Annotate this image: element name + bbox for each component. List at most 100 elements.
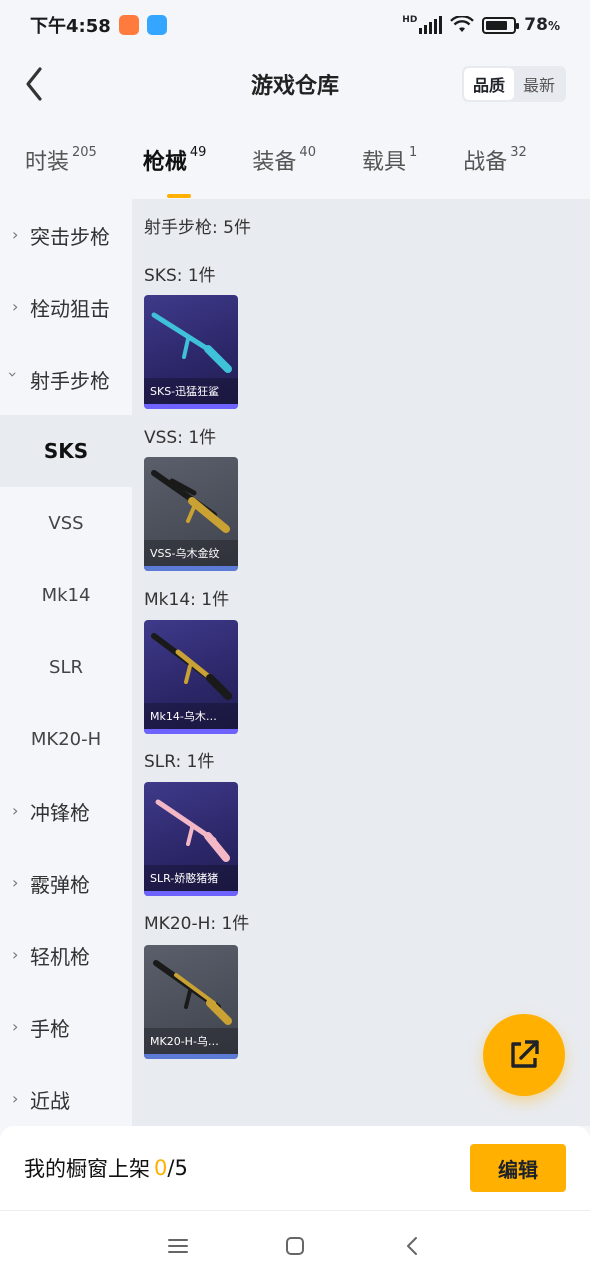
sidebar-item-label: VSS bbox=[48, 512, 84, 534]
sidebar-item-lmg[interactable]: › 轻机枪 bbox=[0, 919, 132, 991]
chevron-down-icon: › bbox=[3, 371, 23, 378]
share-external-icon bbox=[511, 1040, 539, 1068]
rarity-bar bbox=[144, 404, 238, 409]
tab-label: 载具 bbox=[361, 150, 406, 175]
sidebar-subitem-sks[interactable]: SKS bbox=[0, 415, 132, 487]
sort-newest-button[interactable]: 最新 bbox=[514, 68, 564, 100]
item-card-sks[interactable]: SKS-迅猛狂鲨 bbox=[144, 295, 238, 409]
sort-quality-button[interactable]: 品质 bbox=[464, 68, 514, 100]
tab-count: 32 bbox=[510, 145, 527, 160]
tab-label: 战备 bbox=[463, 150, 508, 175]
sidebar-item-label: SLR bbox=[49, 656, 83, 678]
group-label: MK20-H: 1件 bbox=[144, 914, 250, 934]
notification-app-icon bbox=[118, 15, 139, 35]
sidebar-item-bolt-sniper[interactable]: › 栓动狙击 bbox=[0, 271, 132, 343]
active-tab-indicator bbox=[166, 194, 191, 198]
chevron-right-icon: › bbox=[12, 1017, 19, 1036]
section-heading: 射手步枪: 5件 bbox=[144, 218, 251, 238]
signal-icon bbox=[419, 16, 443, 34]
sidebar-subitem-vss[interactable]: VSS bbox=[0, 487, 132, 559]
rarity-bar bbox=[144, 1054, 238, 1059]
sidebar-item-melee[interactable]: › 近战 bbox=[0, 1063, 132, 1135]
sidebar-item-label: 霰弹枪 bbox=[30, 872, 90, 897]
notification-app-icon-2 bbox=[146, 15, 167, 35]
item-card-vss[interactable]: VSS-乌木金纹 bbox=[144, 457, 238, 571]
weapon-type-sidebar: › 突击步枪 › 栓动狙击 › 射手步枪 SKS VSS Mk14 SLR MK… bbox=[0, 199, 132, 1126]
showcase-separator: / bbox=[167, 1156, 175, 1180]
battery-icon bbox=[482, 16, 520, 34]
item-card-mk20h[interactable]: MK20-H-乌… bbox=[144, 945, 238, 1059]
sidebar-item-label: SKS bbox=[43, 439, 89, 463]
item-card-mk14[interactable]: Mk14-乌木… bbox=[144, 620, 238, 734]
tab-count: 1 bbox=[408, 145, 418, 160]
rarity-bar bbox=[144, 729, 238, 734]
tab-label: 装备 bbox=[252, 150, 297, 175]
group-label: SKS: 1件 bbox=[144, 266, 216, 286]
chevron-right-icon: › bbox=[12, 225, 19, 244]
menu-button[interactable] bbox=[158, 1226, 198, 1266]
battery-level: 78% bbox=[524, 15, 560, 35]
showcase-label: 我的橱窗上架 bbox=[24, 1157, 150, 1181]
tab-label: 时装 bbox=[25, 150, 70, 175]
rifle-icon bbox=[151, 312, 232, 373]
rifle-icon bbox=[155, 799, 230, 862]
wifi-icon bbox=[450, 16, 475, 32]
chevron-right-icon: › bbox=[12, 1089, 19, 1108]
item-name: SKS-迅猛狂鲨 bbox=[144, 378, 238, 404]
menu-icon bbox=[168, 1238, 189, 1253]
status-bar: 下午4:58 HD 78% bbox=[0, 0, 590, 50]
chevron-right-icon: › bbox=[12, 873, 19, 892]
item-name: SLR-娇憨猪猪 bbox=[144, 865, 238, 891]
showcase-total-count: 5 bbox=[174, 1156, 188, 1180]
item-card-slr[interactable]: SLR-娇憨猪猪 bbox=[144, 782, 238, 896]
rarity-bar bbox=[144, 566, 238, 571]
sidebar-item-label: 栓动狙击 bbox=[30, 296, 110, 321]
chevron-right-icon: › bbox=[12, 801, 19, 820]
rifle-icon bbox=[151, 470, 230, 533]
tab-label: 枪械 bbox=[142, 150, 187, 175]
rarity-bar bbox=[144, 891, 238, 896]
sidebar-item-label: 冲锋枪 bbox=[30, 800, 90, 825]
item-name: MK20-H-乌… bbox=[144, 1028, 238, 1054]
showcase-current-count: 0 bbox=[154, 1156, 168, 1180]
tab-count: 49 bbox=[189, 145, 207, 160]
sidebar-item-label: 射手步枪 bbox=[30, 368, 110, 393]
sidebar-item-label: 轻机枪 bbox=[30, 944, 90, 969]
sidebar-item-label: Mk14 bbox=[41, 584, 91, 606]
item-name: VSS-乌木金纹 bbox=[144, 540, 238, 566]
sidebar-item-assault-rifle[interactable]: › 突击步枪 bbox=[0, 199, 132, 271]
status-time: 下午4:58 bbox=[30, 16, 111, 37]
rifle-icon bbox=[151, 633, 232, 700]
sidebar-subitem-mk14[interactable]: Mk14 bbox=[0, 559, 132, 631]
tab-equipment[interactable]: 装备 40 bbox=[252, 144, 316, 176]
tab-supplies[interactable]: 战备 32 bbox=[463, 144, 527, 176]
sidebar-subitem-mk20h[interactable]: MK20-H bbox=[0, 703, 132, 775]
share-button[interactable] bbox=[483, 1014, 565, 1096]
sidebar-item-label: 手枪 bbox=[30, 1016, 70, 1041]
item-name: Mk14-乌木… bbox=[144, 703, 238, 729]
sidebar-item-label: MK20-H bbox=[30, 728, 102, 750]
chevron-right-icon: › bbox=[12, 945, 19, 964]
group-label: Mk14: 1件 bbox=[144, 590, 230, 610]
sort-toggle: 品质 最新 bbox=[462, 66, 566, 102]
back-button[interactable] bbox=[14, 64, 54, 104]
edit-button[interactable]: 编辑 bbox=[470, 1144, 566, 1192]
tab-count: 205 bbox=[72, 145, 97, 160]
tab-weapons[interactable]: 枪械 49 bbox=[142, 144, 207, 198]
tab-fashion[interactable]: 时装 205 bbox=[25, 144, 97, 176]
sidebar-item-marksman-rifle[interactable]: › 射手步枪 bbox=[0, 343, 132, 415]
category-tabs: 时装 205 枪械 49 装备 40 载具 1 战备 32 bbox=[0, 130, 590, 198]
sidebar-item-shotgun[interactable]: › 霰弹枪 bbox=[0, 847, 132, 919]
sidebar-item-smg[interactable]: › 冲锋枪 bbox=[0, 775, 132, 847]
sidebar-item-label: 突击步枪 bbox=[30, 224, 110, 249]
showcase-bar: 我的橱窗上架 0 / 5 编辑 bbox=[0, 1126, 590, 1210]
home-button[interactable] bbox=[275, 1226, 315, 1266]
rifle-icon bbox=[153, 960, 232, 1025]
sidebar-item-label: 近战 bbox=[30, 1088, 70, 1113]
sidebar-item-pistol[interactable]: › 手枪 bbox=[0, 991, 132, 1063]
group-label: VSS: 1件 bbox=[144, 428, 217, 448]
tab-vehicles[interactable]: 载具 1 bbox=[362, 144, 417, 176]
item-list: 射手步枪: 5件 SKS: 1件 SKS-迅猛狂鲨 VSS: 1件 VSS-乌木… bbox=[132, 199, 590, 1126]
sidebar-subitem-slr[interactable]: SLR bbox=[0, 631, 132, 703]
nav-back-button[interactable] bbox=[392, 1226, 432, 1266]
